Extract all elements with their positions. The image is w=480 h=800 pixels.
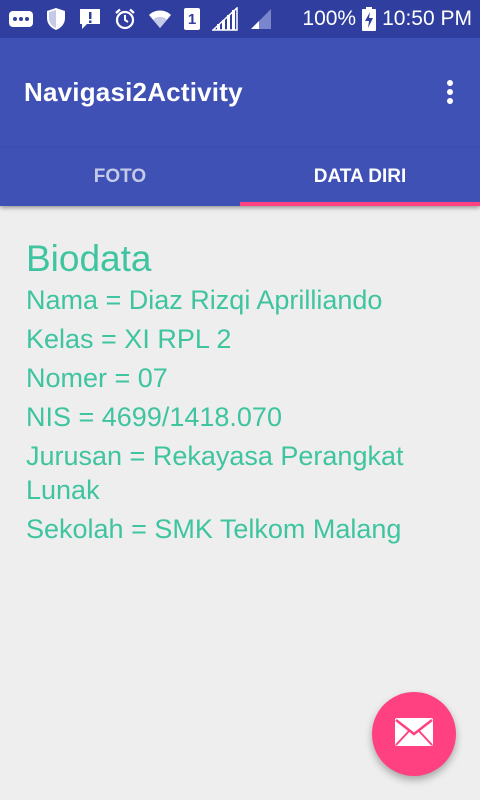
biodata-nomer: Nomer = 07 [26,363,168,393]
shield-icon [46,7,66,31]
signal-icon [212,7,238,31]
alarm-icon [114,7,136,31]
more-vert-icon[interactable] [438,78,462,106]
biodata-content: Biodata Nama = Diaz Rizqi Aprilliando Ke… [26,238,466,551]
biodata-title: Biodata [26,238,152,279]
biodata-sekolah: Sekolah = SMK Telkom Malang [26,514,402,544]
mail-fab-button[interactable] [372,692,456,776]
biodata-jurusan: Jurusan = Rekayasa Perangkat Lunak [26,441,404,505]
battery-percent: 100% [302,7,357,30]
biodata-nis: NIS = 4699/1418.070 [26,402,282,432]
tab-foto[interactable]: FOTO [0,148,240,206]
app-title: Navigasi2Activity [24,77,243,107]
sim-icon: 1 [184,8,200,30]
tab-data-diri[interactable]: DATA DIRI [240,148,480,206]
battery-charging-icon [362,7,377,31]
clock: 10:50 PM [382,7,472,30]
biodata-nama: Nama = Diaz Rizqi Aprilliando [26,285,383,315]
app-bar: Navigasi2Activity [0,38,480,148]
wifi-icon [148,7,172,31]
more-icon [8,7,34,31]
biodata-kelas: Kelas = XI RPL 2 [26,324,232,354]
tab-bar: FOTO DATA DIRI [0,148,480,206]
mail-icon [395,717,433,751]
alert-icon [78,7,102,31]
status-bar: 1 100% 10:50 PM [0,0,480,38]
signal-weak-icon [250,7,272,31]
